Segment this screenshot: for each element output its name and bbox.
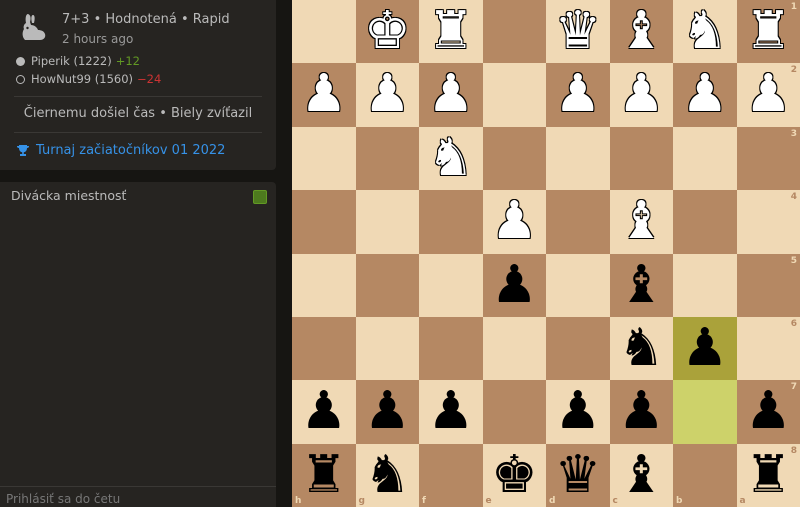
square-f5[interactable] [419, 253, 483, 317]
black-pawn-piece[interactable]: ♟ [610, 380, 674, 443]
white-player-name[interactable]: Piperik (1222) [31, 54, 112, 68]
white-queen-piece[interactable]: ♛ [546, 0, 610, 63]
black-queen-piece[interactable]: ♛ [546, 444, 610, 507]
file-label: f [422, 496, 426, 506]
black-pawn-piece[interactable]: ♟ [356, 380, 420, 443]
black-pawn-piece[interactable]: ♟ [292, 380, 356, 443]
white-rook-piece[interactable]: ♜ [737, 0, 800, 63]
chat-title: Divácka miestnosť [11, 188, 127, 203]
square-b5[interactable] [673, 253, 737, 317]
black-king-piece[interactable]: ♚ [483, 444, 547, 507]
square-f8[interactable] [419, 443, 483, 507]
game-status: Čiernemu došiel čas • Biely zvíťazil [23, 106, 253, 121]
white-pawn-piece[interactable]: ♟ [483, 190, 547, 253]
square-e2[interactable] [482, 63, 546, 127]
black-rating-diff: −24 [137, 72, 162, 86]
tournament-link[interactable]: Turnaj začiatočníkov 01 2022 [16, 143, 225, 158]
white-rating-diff: +12 [115, 54, 141, 68]
rank-label: 4 [790, 192, 797, 203]
rank-label: 6 [790, 319, 797, 329]
white-pawn-piece[interactable]: ♟ [610, 63, 674, 126]
white-pawn-piece[interactable]: ♟ [737, 63, 800, 126]
black-rook-piece[interactable]: ♜ [292, 444, 356, 507]
rank-label: 3 [790, 128, 797, 139]
square-b7[interactable] [673, 380, 737, 444]
square-h3[interactable] [292, 126, 356, 191]
square-e1[interactable] [482, 0, 546, 64]
square-e3[interactable] [482, 126, 546, 191]
square-g4[interactable] [355, 190, 419, 254]
rabbit-icon [22, 14, 46, 40]
square-h5[interactable] [292, 253, 356, 317]
black-pawn-piece[interactable]: ♟ [546, 380, 610, 443]
square-b4[interactable] [673, 190, 737, 254]
white-knight-piece[interactable]: ♞ [419, 127, 483, 190]
square-d6[interactable] [546, 317, 610, 381]
square-d5[interactable] [546, 253, 610, 317]
black-pawn-piece[interactable]: ♟ [737, 380, 800, 443]
white-king-piece[interactable]: ♚ [356, 0, 420, 63]
square-h6[interactable] [292, 317, 356, 381]
black-pawn-piece[interactable]: ♟ [673, 317, 737, 380]
chat-input[interactable]: Prihlásiť sa do četu [0, 486, 276, 507]
divider [14, 96, 262, 97]
game-time-ago: 2 hours ago [62, 32, 134, 46]
square-e7[interactable] [482, 380, 546, 444]
sidebar: 7+3 • Hodnotená • Rapid 2 hours ago Pipe… [0, 0, 292, 507]
white-pawn-piece[interactable]: ♟ [356, 63, 420, 126]
black-player-name[interactable]: HowNut99 (1560) [31, 72, 133, 86]
square-b8[interactable] [673, 443, 737, 507]
square-g3[interactable] [355, 126, 419, 191]
square-f6[interactable] [419, 317, 483, 381]
chat-panel: Divácka miestnosť Prihlásiť sa do četu [0, 182, 276, 507]
black-pawn-piece[interactable]: ♟ [483, 254, 547, 317]
black-rook-piece[interactable]: ♜ [737, 444, 800, 507]
square-d3[interactable] [546, 126, 610, 191]
square-d4[interactable] [546, 190, 610, 254]
square-e6[interactable] [482, 317, 546, 381]
chat-toggle-checkbox[interactable] [253, 190, 267, 204]
black-knight-piece[interactable]: ♞ [610, 317, 674, 380]
white-player-row: Piperik (1222) +12 [16, 54, 140, 68]
divider [14, 132, 262, 133]
white-bishop-piece[interactable]: ♝ [610, 0, 674, 63]
white-pawn-piece[interactable]: ♟ [419, 63, 483, 126]
white-pawn-piece[interactable]: ♟ [546, 63, 610, 126]
black-bishop-piece[interactable]: ♝ [610, 444, 674, 507]
white-rook-piece[interactable]: ♜ [419, 0, 483, 63]
rank-label: 5 [790, 255, 797, 266]
square-b3[interactable] [673, 126, 737, 191]
black-knight-piece[interactable]: ♞ [356, 444, 420, 507]
game-info-panel: 7+3 • Hodnotená • Rapid 2 hours ago Pipe… [0, 0, 276, 170]
game-setup: 7+3 • Hodnotená • Rapid [62, 12, 230, 27]
white-bishop-piece[interactable]: ♝ [610, 190, 674, 253]
square-g5[interactable] [355, 253, 419, 317]
white-knight-piece[interactable]: ♞ [673, 0, 737, 63]
white-color-dot [16, 56, 25, 66]
black-pawn-piece[interactable]: ♟ [419, 380, 483, 443]
square-c3[interactable] [609, 126, 673, 191]
black-bishop-piece[interactable]: ♝ [610, 254, 674, 317]
square-f4[interactable] [419, 190, 483, 254]
tournament-name: Turnaj začiatočníkov 01 2022 [36, 143, 226, 158]
black-player-row: HowNut99 (1560) −24 [16, 72, 161, 86]
trophy-icon [17, 144, 29, 156]
square-g6[interactable] [355, 317, 419, 381]
square-h1[interactable] [292, 0, 356, 64]
file-label: b [676, 496, 683, 506]
chess-board[interactable]: 1 2 3 4 5 6 7 8 h g f e d c b a ♚ ♜ ♛ ♝ ♞ ♜ ♟ ♟ ♟ ♟ ♟ ♟ ♟ ♞ ♟ ♝ ♟ ♝ ♞ ♟ ♟ ♟ ♟ ♟… [292, 0, 800, 507]
white-pawn-piece[interactable]: ♟ [673, 63, 737, 126]
square-h4[interactable] [292, 190, 356, 254]
white-pawn-piece[interactable]: ♟ [292, 63, 356, 126]
black-color-dot [16, 74, 25, 84]
